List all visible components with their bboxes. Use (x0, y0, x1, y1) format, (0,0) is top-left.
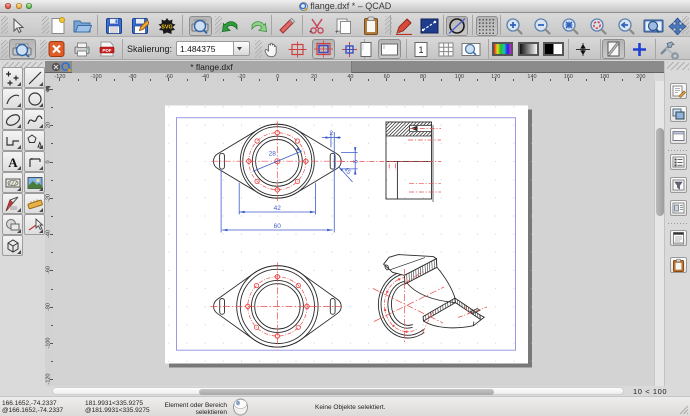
svg-text:2: 2 (329, 130, 333, 137)
svg-text:PDF: PDF (102, 48, 111, 53)
svg-text:60: 60 (274, 223, 282, 230)
svg-text:28: 28 (269, 151, 277, 158)
svg-text:+: + (309, 30, 313, 35)
svg-text:42: 42 (274, 205, 282, 212)
svg-text:A: A (8, 155, 18, 170)
svg-text:+: + (335, 30, 339, 35)
svg-text:1: 1 (418, 45, 423, 55)
svg-text:SVG: SVG (161, 25, 173, 31)
